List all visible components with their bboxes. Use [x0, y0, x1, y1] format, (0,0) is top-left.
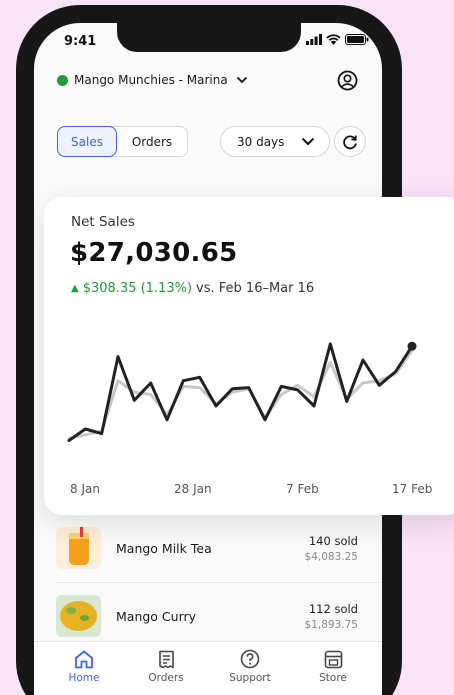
product-name: Mango Milk Tea: [116, 540, 212, 556]
battery-icon: [345, 34, 369, 45]
latest-point-marker: [407, 341, 417, 351]
date-range-label: 30 days: [237, 134, 285, 149]
product-stats: 140 sold $4,083.25: [305, 534, 358, 563]
receipt-icon: [158, 650, 174, 668]
product-sold: 140 sold: [308, 533, 358, 548]
wifi-icon: [326, 34, 341, 45]
status-icons: [306, 34, 369, 45]
product-sold: 112 sold: [308, 601, 358, 616]
tab-orders-nav[interactable]: Orders: [131, 648, 201, 684]
tab-label: Support: [229, 672, 271, 684]
product-revenue: $4,083.25: [304, 550, 358, 563]
store-selector[interactable]: Mango Munchies - Marina: [57, 73, 248, 87]
tab-label: Home: [68, 672, 100, 684]
tab-support[interactable]: Support: [215, 648, 285, 684]
chevron-down-icon: [236, 76, 247, 84]
product-image: [56, 595, 101, 637]
signal-icon: [306, 34, 322, 45]
account-icon: [337, 70, 358, 91]
refresh-button[interactable]: [334, 126, 366, 157]
net-sales-card: Net Sales $27,030.65 ▲ $308.35 (1.13%) v…: [44, 197, 454, 515]
product-name: Mango Curry: [116, 608, 197, 624]
product-stats: 112 sold $1,893.75: [305, 602, 358, 631]
phone-notch: [117, 23, 301, 52]
chevron-down-icon: [301, 137, 315, 146]
tab-label: Store: [319, 672, 347, 684]
refresh-icon: [343, 134, 357, 149]
store-name: Mango Munchies - Marina: [74, 73, 228, 87]
series-line-current: [67, 342, 414, 442]
tab-label: Orders: [148, 672, 184, 684]
x-tick-label: 17 Feb: [392, 482, 433, 496]
x-tick-label: 28 Jan: [174, 482, 212, 496]
status-time: 9:41: [64, 34, 97, 49]
help-icon: [240, 649, 260, 669]
product-row[interactable]: Mango Curry 112 sold $1,893.75: [56, 585, 380, 647]
x-tick-label: 8 Jan: [70, 482, 100, 496]
divider: [56, 582, 380, 583]
account-button[interactable]: [337, 70, 358, 95]
store-status-dot: [57, 74, 68, 86]
tab-orders[interactable]: Orders: [117, 127, 187, 156]
product-image: [56, 527, 101, 569]
tab-sales[interactable]: Sales: [57, 126, 117, 157]
x-tick-label: 7 Feb: [286, 482, 319, 496]
bottom-tab-bar: Home Orders Support Store: [34, 641, 382, 695]
store-icon: [324, 650, 342, 668]
net-sales-chart: [67, 341, 417, 442]
home-icon: [75, 650, 93, 668]
tab-store[interactable]: Store: [298, 648, 368, 684]
date-range-select[interactable]: 30 days: [220, 126, 330, 157]
tab-home[interactable]: Home: [49, 648, 119, 684]
product-revenue: $1,893.75: [304, 618, 358, 631]
product-row[interactable]: Mango Milk Tea 140 sold $4,083.25: [56, 517, 380, 579]
metric-toggle: Sales Orders: [57, 126, 188, 157]
